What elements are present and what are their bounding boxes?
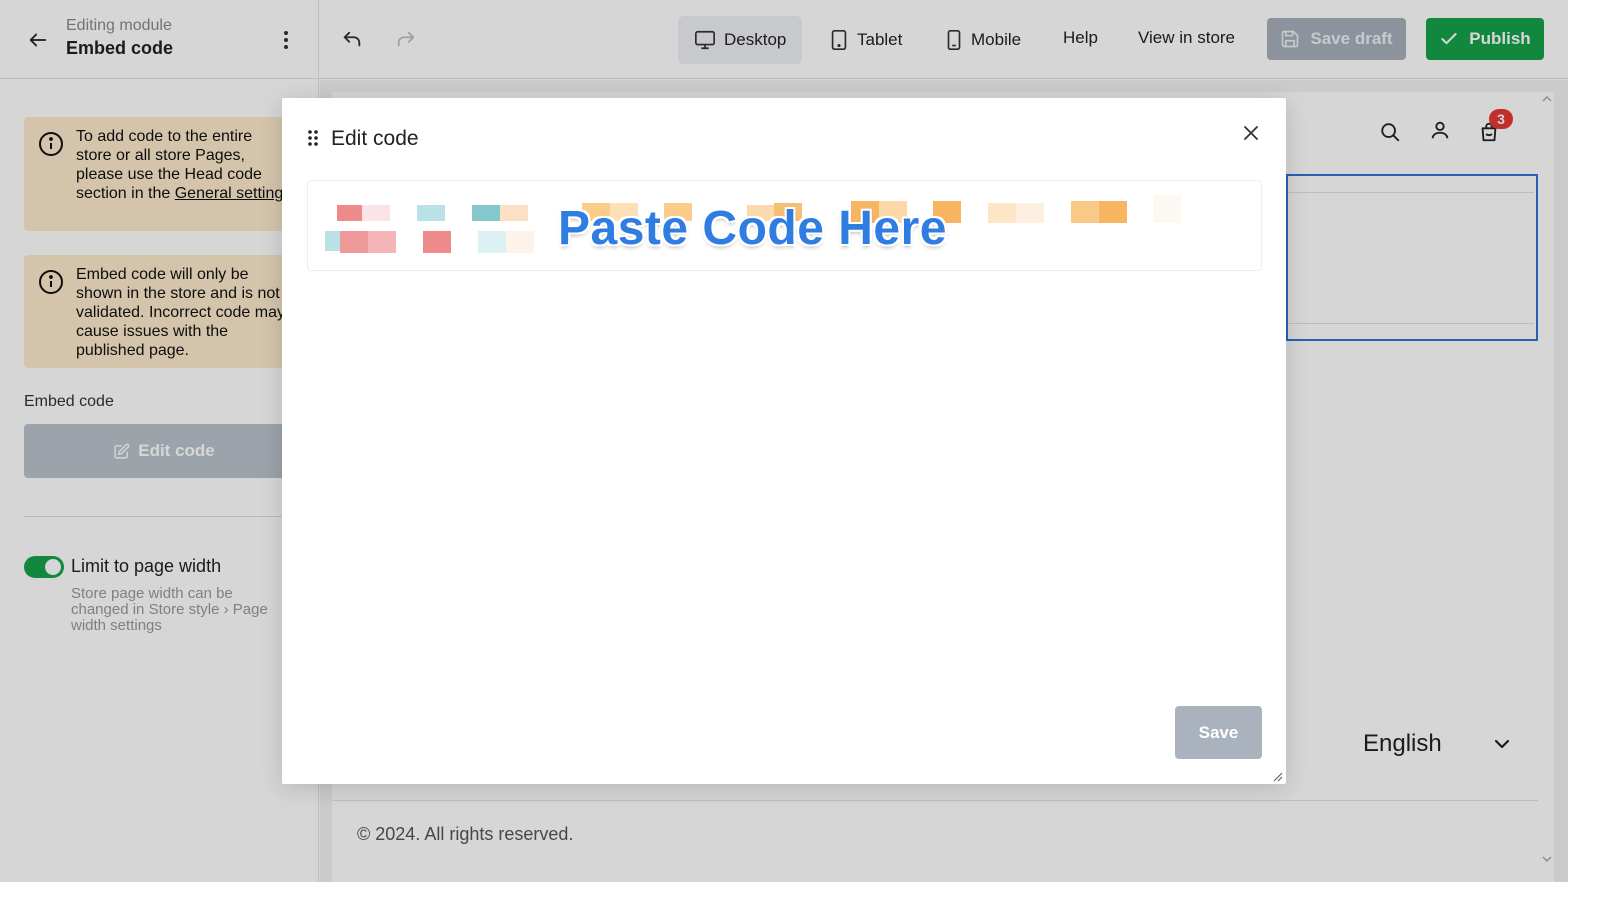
- drag-handle-icon[interactable]: [306, 128, 320, 148]
- paste-code-hint: Paste Code Here: [558, 202, 947, 255]
- close-button[interactable]: [1240, 122, 1262, 144]
- code-editor[interactable]: Paste Code Here: [307, 180, 1262, 271]
- modal-save-button[interactable]: Save: [1175, 706, 1262, 759]
- edit-code-modal: Edit code Paste Code Here Save: [282, 98, 1286, 784]
- resize-grip-icon[interactable]: [1273, 772, 1283, 782]
- modal-title: Edit code: [331, 127, 419, 150]
- close-icon: [1244, 126, 1258, 140]
